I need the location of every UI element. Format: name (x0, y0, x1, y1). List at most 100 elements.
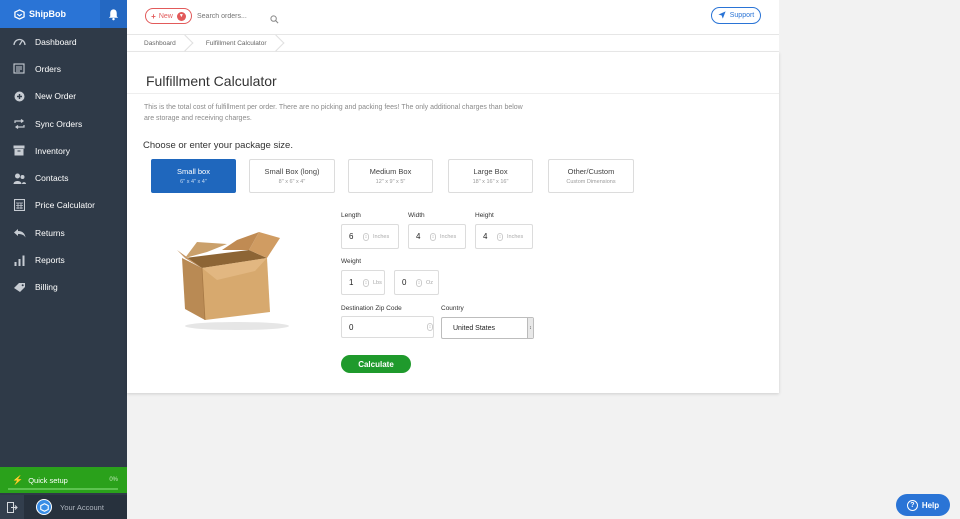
help-label: Help (921, 500, 940, 510)
package-dimensions: 18" x 16" x 16" (472, 179, 509, 185)
weight-lbs-value: 1 (349, 278, 354, 287)
logo-bar: ShipBob (0, 0, 127, 28)
sidebar-item-returns[interactable]: Returns (0, 219, 127, 246)
sidebar-item-label: Dashboard (35, 36, 77, 47)
width-value: 4 (416, 232, 421, 241)
breadcrumb-fulfillment-calculator: Fulfillment Calculator (189, 35, 280, 52)
width-input[interactable]: 4 ↕ Inches (408, 224, 466, 249)
weight-lbs-input[interactable]: 1 ↕ Lbs (341, 270, 385, 295)
sidebar-item-label: Sync Orders (35, 118, 83, 129)
sidebar-item-orders[interactable]: Orders (0, 55, 127, 82)
orders-icon (12, 63, 26, 75)
stepper-icon[interactable]: ↕ (427, 323, 433, 331)
calculate-button[interactable]: Calculate (341, 355, 411, 373)
cardboard-box-image (177, 232, 289, 330)
quick-setup-label: Quick setup (28, 475, 68, 485)
calculator-icon (12, 199, 26, 212)
sidebar-item-inventory[interactable]: Inventory (0, 137, 127, 164)
stepper-icon[interactable]: ↕ (430, 232, 436, 241)
sidebar: ShipBob Dashboard Orders New Order Sync … (0, 0, 127, 519)
package-dimensions: 6" x 4" x 4" (180, 179, 207, 185)
archive-icon (12, 145, 26, 157)
sidebar-item-label: Contacts (35, 173, 69, 184)
length-label: Length (341, 212, 361, 219)
account-bar: Your Account (0, 495, 127, 519)
zip-code-input[interactable]: 0 ↕ (341, 316, 434, 338)
stepper-icon[interactable]: ↕ (363, 232, 369, 241)
sidebar-item-label: Reports (35, 255, 65, 266)
bell-icon (108, 8, 119, 20)
sidebar-item-billing[interactable]: Billing (0, 274, 127, 301)
package-large-box[interactable]: Large Box 18" x 16" x 16" (448, 159, 533, 193)
sidebar-item-contacts[interactable]: Contacts (0, 164, 127, 191)
package-name: Other/Custom (567, 167, 615, 176)
plus-circle-icon (12, 90, 26, 102)
package-name: Large Box (473, 167, 508, 176)
sidebar-item-reports[interactable]: Reports (0, 246, 127, 273)
sidebar-item-new-order[interactable]: New Order (0, 83, 127, 110)
stepper-icon[interactable]: ↕ (363, 278, 369, 287)
new-button[interactable]: + New ▼ (145, 8, 192, 24)
logout-button[interactable] (0, 495, 24, 519)
notifications-button[interactable] (100, 0, 127, 28)
sidebar-item-price-calculator[interactable]: Price Calculator (0, 192, 127, 219)
package-dimensions: 8" x 6" x 4" (278, 179, 306, 185)
shipbob-logo-icon (14, 8, 25, 20)
speedometer-icon (12, 36, 26, 48)
logo-text: ShipBob (29, 9, 66, 19)
tag-icon (12, 281, 26, 293)
sync-icon (12, 118, 26, 130)
paper-plane-icon (718, 10, 726, 21)
account-avatar[interactable] (36, 499, 52, 515)
search-icon[interactable] (270, 11, 280, 24)
contacts-icon (12, 172, 26, 184)
plus-icon: + (151, 11, 156, 21)
sidebar-item-label: Orders (35, 63, 61, 74)
new-button-label: New (158, 12, 173, 20)
weight-oz-input[interactable]: 0 ↕ Oz (394, 270, 439, 295)
package-other-custom[interactable]: Other/Custom Custom Dimensions (548, 159, 634, 193)
package-medium-box[interactable]: Medium Box 12" x 9" x 5" (348, 159, 433, 193)
width-unit: Inches (440, 233, 457, 240)
sidebar-item-sync-orders[interactable]: Sync Orders (0, 110, 127, 137)
stepper-icon[interactable]: ↕ (497, 232, 503, 241)
help-button[interactable]: ? Help (896, 494, 950, 516)
weight-label: Weight (341, 258, 362, 265)
account-label[interactable]: Your Account (60, 503, 104, 512)
package-name: Medium Box (369, 167, 412, 176)
zip-value: 0 (349, 322, 354, 332)
sidebar-nav: Dashboard Orders New Order Sync Orders I… (0, 28, 127, 301)
weight-lbs-unit: Lbs (373, 279, 382, 286)
package-small-box[interactable]: Small box 6" x 4" x 4" (151, 159, 236, 193)
package-size-heading: Choose or enter your package size. (143, 140, 293, 151)
logout-icon (6, 501, 18, 513)
width-label: Width (408, 212, 425, 219)
bar-chart-icon (12, 254, 26, 266)
sidebar-item-dashboard[interactable]: Dashboard (0, 28, 127, 55)
sidebar-item-label: Inventory (35, 145, 70, 156)
height-input[interactable]: 4 ↕ Inches (475, 224, 533, 249)
length-value: 6 (349, 232, 354, 241)
zip-label: Destination Zip Code (341, 305, 402, 312)
package-dimensions: 12" x 9" x 5" (375, 179, 406, 185)
package-small-box-long[interactable]: Small Box (long) 8" x 6" x 4" (249, 159, 335, 193)
height-unit: Inches (507, 233, 524, 240)
topbar: + New ▼ Support (127, 0, 779, 35)
calculator-card: Fulfillment Calculator This is the total… (127, 52, 779, 393)
package-name: Small Box (long) (264, 167, 320, 176)
question-icon: ? (906, 499, 918, 511)
support-button[interactable]: Support (711, 7, 761, 24)
sidebar-item-label: Returns (35, 227, 65, 238)
breadcrumb-dashboard[interactable]: Dashboard (127, 35, 189, 52)
quick-setup-button[interactable]: ⚡ Quick setup 0% (0, 467, 127, 493)
divider (127, 93, 779, 94)
stepper-icon[interactable]: ↕ (416, 278, 422, 287)
select-arrows-icon: ↕ (527, 318, 533, 338)
country-select[interactable]: United States ↕ (441, 317, 534, 339)
quick-setup-percent: 0% (109, 477, 118, 483)
length-input[interactable]: 6 ↕ Inches (341, 224, 399, 249)
chevron-down-icon: ▼ (176, 11, 186, 21)
weight-oz-unit: Oz (426, 279, 434, 286)
shipbob-logo[interactable]: ShipBob (0, 8, 66, 20)
height-label: Height (475, 212, 494, 219)
